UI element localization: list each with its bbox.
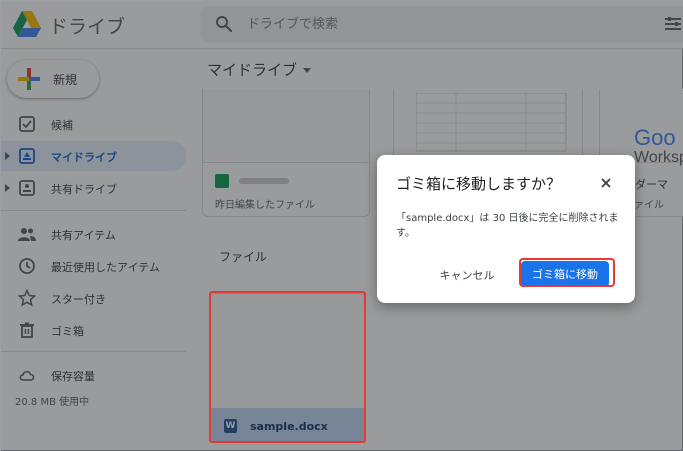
move-to-trash-button[interactable]: ゴミ箱に移動 [521,261,609,287]
drive-app: ドライブ 新規 候補 [0,0,683,451]
dialog-message: 「sample.docx」は 30 日後に完全に削除されます。 [396,213,619,239]
cancel-button[interactable]: キャンセル [429,261,505,289]
close-icon[interactable] [599,176,613,190]
move-to-trash-dialog: ゴミ箱に移動しますか？ 「sample.docx」は 30 日後に完全に削除され… [377,155,635,303]
dialog-title: ゴミ箱に移動しますか？ [396,175,562,193]
